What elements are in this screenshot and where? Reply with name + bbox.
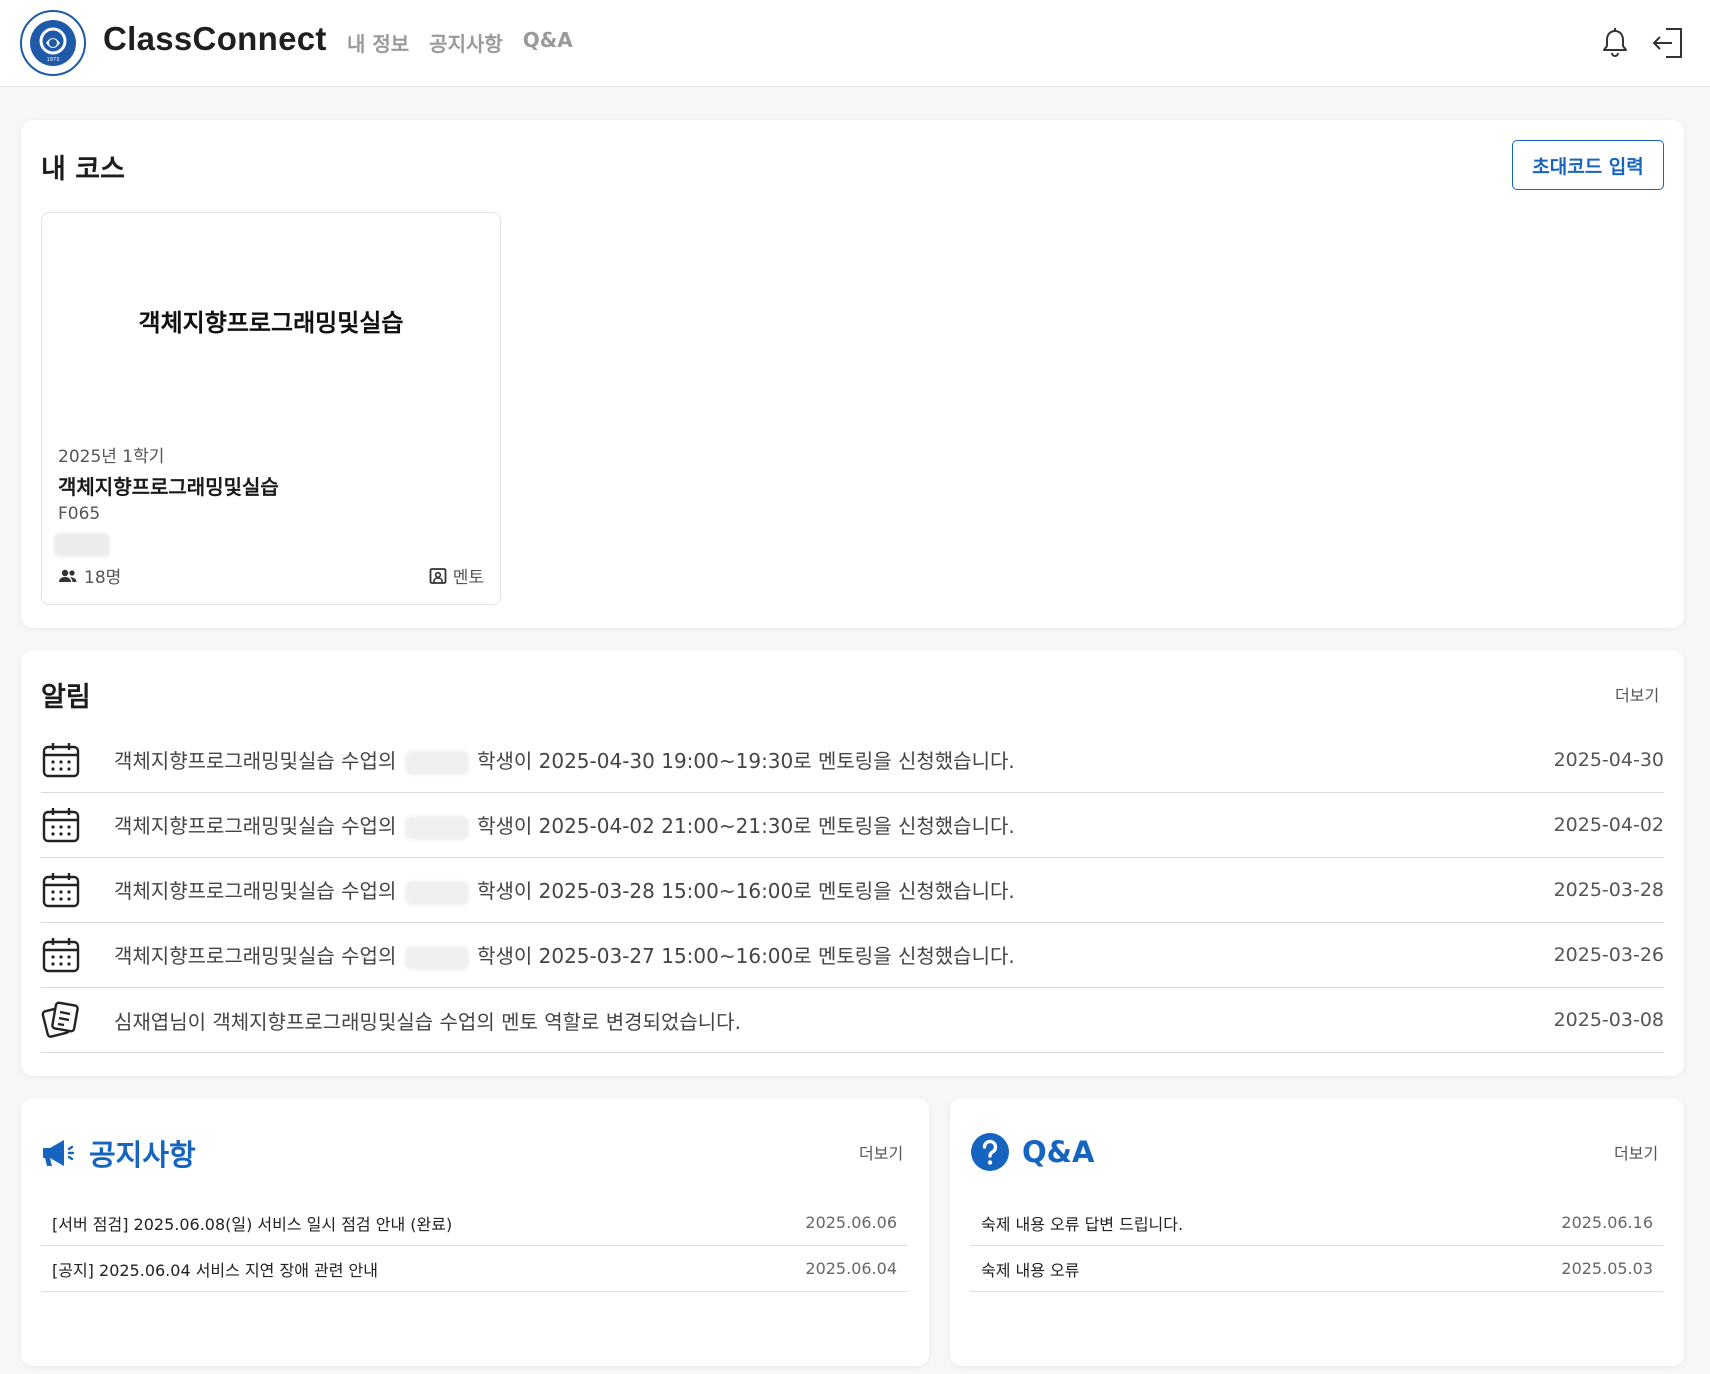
notification-date: 2025-03-08 xyxy=(1553,1009,1664,1031)
notification-text: 객체지향프로그래밍및실습 수업의 학생이 2025-04-30 19:00~19… xyxy=(114,745,1015,775)
notification-suffix: 학생이 2025-03-28 15:00~16:00로 멘토링을 신청했습니다. xyxy=(477,879,1015,904)
people-icon xyxy=(59,569,77,582)
notices-section: 공지사항 더보기 [서버 점검] 2025.06.08(일) 서비스 일시 점검… xyxy=(21,1098,929,1366)
course-code: F065 xyxy=(58,504,101,524)
notification-item[interactable]: 객체지향프로그래밍및실습 수업의 학생이 2025-03-27 15:00~16… xyxy=(41,923,1664,988)
my-courses-title: 내 코스 xyxy=(41,154,125,185)
calendar-icon xyxy=(42,743,80,778)
nav-notices[interactable]: 공지사항 xyxy=(429,28,503,57)
qna-header: Q&A xyxy=(970,1132,1094,1172)
notification-prefix: 객체지향프로그래밍및실습 수업의 xyxy=(114,944,397,969)
qna-section: Q&A 더보기 숙제 내용 오류 답변 드립니다. 2025.06.16 숙제 … xyxy=(950,1098,1684,1366)
question-circle-icon xyxy=(971,1133,1009,1171)
role-card-icon xyxy=(41,1001,79,1038)
notification-item[interactable]: 심재엽님이 객체지향프로그래밍및실습 수업의 멘토 역할로 변경되었습니다. 2… xyxy=(41,988,1664,1053)
course-semester: 2025년 1학기 xyxy=(58,447,165,467)
notification-suffix: 학생이 2025-04-30 19:00~19:30로 멘토링을 신청했습니다. xyxy=(477,749,1015,774)
my-courses-section: 내 코스 초대코드 입력 객체지향프로그래밍및실습 2025년 1학기 객체지향… xyxy=(21,120,1684,628)
qna-question: 숙제 내용 오류 답변 드립니다. xyxy=(981,1214,1184,1234)
member-count: 18명 xyxy=(84,568,122,588)
top-navbar: 1973 ClassConnect 내 정보 공지사항 Q&A xyxy=(0,0,1710,87)
brand-title[interactable]: ClassConnect xyxy=(103,20,327,58)
redacted-student-name xyxy=(404,815,469,840)
notification-item[interactable]: 객체지향프로그래밍및실습 수업의 학생이 2025-04-30 19:00~19… xyxy=(41,728,1664,793)
calendar-icon xyxy=(42,938,80,973)
notification-prefix: 객체지향프로그래밍및실습 수업의 xyxy=(114,749,397,774)
notification-text: 객체지향프로그래밍및실습 수업의 학생이 2025-03-27 15:00~16… xyxy=(114,940,1015,970)
main-nav: 내 정보 공지사항 Q&A xyxy=(347,28,573,57)
redacted-student-name xyxy=(404,750,469,775)
course-cover-title: 객체지향프로그래밍및실습 xyxy=(138,309,404,337)
notification-item[interactable]: 객체지향프로그래밍및실습 수업의 학생이 2025-03-28 15:00~16… xyxy=(41,858,1664,923)
qna-item[interactable]: 숙제 내용 오류 2025.05.03 xyxy=(970,1246,1663,1292)
notice-item[interactable]: [서버 점검] 2025.06.08(일) 서비스 일시 점검 안내 (완료) … xyxy=(41,1200,907,1246)
notice-title: [서버 점검] 2025.06.08(일) 서비스 일시 점검 안내 (완료) xyxy=(52,1214,453,1234)
notification-text: 심재엽님이 객체지향프로그래밍및실습 수업의 멘토 역할로 변경되었습니다. xyxy=(114,1009,741,1034)
qna-date: 2025.05.03 xyxy=(1561,1259,1653,1278)
calendar-icon xyxy=(42,873,80,908)
notifications-more-link[interactable]: 더보기 xyxy=(1615,682,1659,706)
qna-title: Q&A xyxy=(1022,1135,1095,1169)
notices-title: 공지사항 xyxy=(89,1138,196,1172)
notification-date: 2025-03-28 xyxy=(1553,879,1664,901)
notices-header: 공지사항 xyxy=(41,1132,196,1174)
role-label: 멘토 xyxy=(452,568,484,588)
notice-date: 2025.06.04 xyxy=(805,1259,897,1278)
megaphone-icon xyxy=(43,1140,75,1166)
notices-more-link[interactable]: 더보기 xyxy=(859,1140,903,1164)
calendar-icon xyxy=(42,808,80,843)
redacted-instructor xyxy=(54,533,110,557)
notification-suffix: 학생이 2025-03-27 15:00~16:00로 멘토링을 신청했습니다. xyxy=(477,944,1015,969)
course-name: 객체지향프로그래밍및실습 xyxy=(58,475,279,499)
notice-date: 2025.06.06 xyxy=(805,1213,897,1232)
course-role: 멘토 xyxy=(429,563,484,588)
notification-date: 2025-04-30 xyxy=(1553,749,1664,771)
notification-text: 객체지향프로그래밍및실습 수업의 학생이 2025-04-02 21:00~21… xyxy=(114,810,1015,840)
university-logo[interactable]: 1973 xyxy=(19,9,87,77)
qna-question: 숙제 내용 오류 xyxy=(981,1260,1080,1280)
notifications-section: 알림 더보기 객체지향프로그래밍및실습 수업의 학생이 2025-04-30 1… xyxy=(21,650,1684,1076)
notification-suffix: 학생이 2025-04-02 21:00~21:30로 멘토링을 신청했습니다. xyxy=(477,814,1015,839)
logo-year: 1973 xyxy=(47,57,60,63)
invite-code-button[interactable]: 초대코드 입력 xyxy=(1512,140,1664,190)
notification-text: 객체지향프로그래밍및실습 수업의 학생이 2025-03-28 15:00~16… xyxy=(114,875,1015,905)
course-card[interactable]: 객체지향프로그래밍및실습 2025년 1학기 객체지향프로그래밍및실습 F065… xyxy=(41,212,501,605)
redacted-student-name xyxy=(404,945,469,970)
notice-title: [공지] 2025.06.04 서비스 지연 장애 관련 안내 xyxy=(52,1260,378,1280)
course-members: 18명 xyxy=(58,563,121,588)
notification-item[interactable]: 객체지향프로그래밍및실습 수업의 학생이 2025-04-02 21:00~21… xyxy=(41,793,1664,858)
redacted-student-name xyxy=(404,880,469,905)
logout-icon[interactable] xyxy=(1650,24,1688,62)
nav-qna[interactable]: Q&A xyxy=(523,28,573,57)
notifications-title: 알림 xyxy=(41,682,91,713)
bell-icon[interactable] xyxy=(1596,24,1634,62)
notice-item[interactable]: [공지] 2025.06.04 서비스 지연 장애 관련 안내 2025.06.… xyxy=(41,1246,907,1292)
qna-date: 2025.06.16 xyxy=(1561,1213,1653,1232)
id-badge-icon xyxy=(429,567,447,584)
notification-prefix: 객체지향프로그래밍및실습 수업의 xyxy=(114,879,397,904)
notification-prefix: 객체지향프로그래밍및실습 수업의 xyxy=(114,814,397,839)
qna-item[interactable]: 숙제 내용 오류 답변 드립니다. 2025.06.16 xyxy=(970,1200,1663,1246)
qna-more-link[interactable]: 더보기 xyxy=(1614,1140,1658,1164)
nav-my-info[interactable]: 내 정보 xyxy=(347,28,409,57)
notification-date: 2025-04-02 xyxy=(1553,814,1664,836)
notification-date: 2025-03-26 xyxy=(1553,944,1664,966)
